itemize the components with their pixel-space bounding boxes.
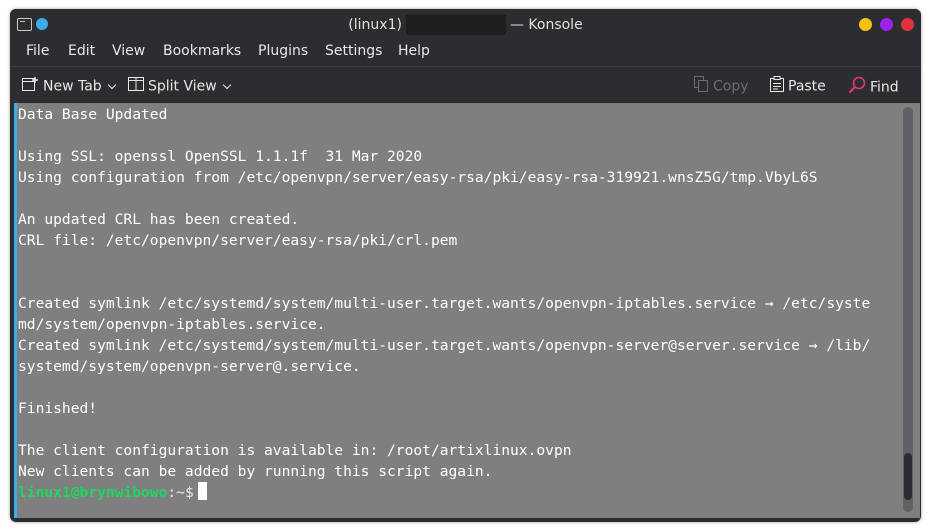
shell-prompt[interactable]: linux1@brynwibowo:~$ [18, 482, 898, 503]
window-title: (linux1) — Konsole [10, 15, 921, 35]
terminal-line: An updated CRL has been created. [18, 211, 300, 228]
menu-bar: File Edit View Bookmarks Plugins Setting… [10, 39, 921, 65]
terminal-line: systemd/system/openvpn-server@.service. [18, 358, 361, 375]
terminal-line: CRL file: /etc/openvpn/server/easy-rsa/p… [18, 232, 458, 249]
terminal-line: Created symlink /etc/systemd/system/mult… [18, 295, 871, 312]
minimize-button[interactable] [859, 18, 872, 31]
terminal-line: New clients can be added by running this… [18, 463, 493, 480]
new-tab-button[interactable]: New Tab [22, 76, 116, 97]
terminal-line: The client configuration is available in… [18, 442, 572, 459]
redacted-block [405, 15, 506, 35]
title-bar[interactable]: (linux1) — Konsole [10, 9, 921, 39]
window-title-prefix: (linux1) [348, 17, 402, 33]
terminal-view[interactable]: Data Base Updated Using SSL: openssl Open… [14, 103, 920, 518]
menu-file[interactable]: File [26, 43, 49, 59]
new-tab-label: New Tab [43, 78, 102, 95]
terminal-line: Data Base Updated [18, 106, 168, 123]
menu-help[interactable]: Help [398, 43, 430, 59]
terminal-line: md/system/openvpn-iptables.service. [18, 316, 326, 333]
chevron-down-icon [107, 80, 116, 89]
menu-view[interactable]: View [112, 43, 145, 59]
chevron-down-icon [222, 80, 231, 89]
main-toolbar: New Tab Split View Copy Paste Find [10, 66, 921, 103]
close-button[interactable] [901, 18, 914, 31]
split-view-button[interactable]: Split View [128, 76, 231, 97]
new-tab-icon [22, 76, 39, 97]
paste-label: Paste [788, 78, 826, 95]
search-icon [848, 76, 866, 99]
split-view-icon [128, 76, 144, 97]
copy-icon [694, 76, 709, 97]
terminal-line: Using SSL: openssl OpenSSL 1.1.1f 31 Mar… [18, 148, 423, 165]
menu-bookmarks[interactable]: Bookmarks [163, 43, 241, 59]
split-view-label: Split View [148, 78, 217, 95]
terminal-line: Created symlink /etc/systemd/system/mult… [18, 337, 871, 354]
window-title-suffix: — Konsole [509, 17, 583, 33]
terminal-line: Finished! [18, 400, 98, 417]
paste-button[interactable]: Paste [770, 76, 826, 97]
prompt-user-host: linux1@brynwibowo [18, 484, 168, 501]
scrollbar-thumb[interactable] [904, 453, 912, 500]
find-button[interactable]: Find [848, 76, 899, 96]
konsole-window: (linux1) — Konsole File Edit View Bookmar… [10, 9, 921, 522]
copy-label: Copy [713, 78, 749, 95]
paste-icon [770, 76, 784, 97]
active-view-indicator [14, 103, 17, 518]
menu-edit[interactable]: Edit [68, 43, 95, 59]
prompt-path: :~$ [167, 484, 194, 501]
menu-plugins[interactable]: Plugins [258, 43, 308, 59]
terminal-output: Data Base Updated Using SSL: openssl Open… [18, 104, 898, 503]
terminal-line: Using configuration from /etc/openvpn/se… [18, 169, 818, 186]
maximize-button[interactable] [880, 18, 893, 31]
text-cursor [197, 482, 207, 500]
copy-button[interactable]: Copy [694, 76, 749, 97]
menu-settings[interactable]: Settings [325, 43, 382, 59]
terminal-scrollbar[interactable] [903, 107, 913, 512]
find-label: Find [870, 79, 899, 96]
